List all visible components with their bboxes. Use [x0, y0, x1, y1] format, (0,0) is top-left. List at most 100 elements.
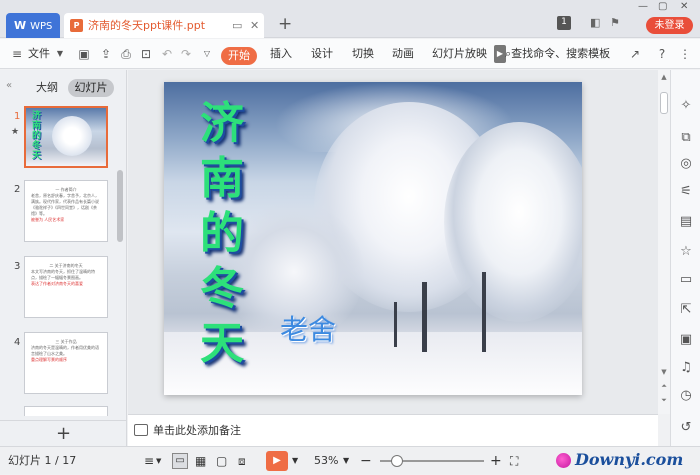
quick-access-dropdown-icon[interactable]: ▽	[200, 47, 214, 61]
slide-indicator: 幻灯片 1 / 17	[8, 454, 77, 467]
tab-slideshow[interactable]: 幻灯片放映	[432, 39, 487, 69]
redo-icon[interactable]: ↷	[179, 47, 193, 61]
skin-icon[interactable]: ◧	[590, 16, 600, 34]
presenter-view-icon[interactable]: ⧈	[238, 447, 246, 475]
canvas-scrollbar[interactable]: ▲ ▼ ⏶ ⏷	[658, 70, 670, 414]
image-icon[interactable]: ▤	[678, 214, 694, 230]
scroll-up-icon[interactable]: ▲	[658, 73, 670, 81]
prev-slide-icon[interactable]: ⏶	[658, 382, 670, 391]
notes-toggle-icon[interactable]: ≡	[144, 447, 154, 475]
share-icon[interactable]: ↗	[628, 47, 642, 61]
wps-home-tab-label: WPS	[30, 21, 53, 32]
zoom-level[interactable]: 53%	[314, 447, 338, 475]
watermark: Downyi.com	[556, 446, 683, 474]
scrollbar-thumb[interactable]	[660, 92, 668, 114]
zoom-out-icon[interactable]: −	[360, 447, 372, 475]
page-count-badge[interactable]: 1	[557, 16, 571, 30]
title-bar: W WPS P 济南的冬天ppt课件.ppt ▭ ✕ + 1 ◧ ⚑ 未登录 — …	[0, 0, 700, 38]
close-tab-icon[interactable]: ✕	[250, 13, 259, 38]
tree-trunk	[482, 272, 486, 352]
adjust-icon[interactable]: ⚟	[678, 184, 694, 200]
reading-view-icon[interactable]: ▢	[216, 447, 227, 475]
zoom-slider-knob[interactable]	[390, 455, 403, 467]
current-slide[interactable]: 济南的冬天 老舍	[164, 82, 582, 395]
slide-thumbnail[interactable]: 二 关于济南的冬天 本文写济南的冬天，抓住了温晴的特点，描绘了一幅幅冬景图画。 …	[24, 256, 108, 318]
export-icon[interactable]: ⇪	[99, 47, 113, 61]
tree-trunk	[394, 302, 397, 347]
command-search[interactable]: ⌕查找命令、搜索模板	[505, 39, 610, 69]
file-menu[interactable]: 文件	[28, 39, 50, 69]
minimize-icon[interactable]: —	[638, 1, 648, 12]
slide-canvas: 济南的冬天 老舍	[128, 70, 658, 414]
help-icon[interactable]: ?	[655, 47, 669, 61]
clock-icon[interactable]: ◷	[678, 388, 694, 404]
zoom-in-icon[interactable]: +	[490, 447, 502, 475]
history-icon[interactable]: ↺	[678, 420, 694, 436]
notes-area[interactable]: 单击此处添加备注	[128, 414, 658, 446]
maximize-icon[interactable]: ▢	[658, 1, 667, 12]
tab-insert[interactable]: 插入	[270, 39, 292, 69]
share-out-icon[interactable]: ⇱	[678, 302, 694, 318]
box-icon[interactable]: ▭	[678, 272, 694, 288]
wps-logo-icon: W	[14, 19, 27, 32]
slide-title[interactable]: 济南的冬天	[194, 96, 250, 371]
magic-icon[interactable]: ✧	[678, 98, 694, 114]
notes-placeholder: 单击此处添加备注	[153, 424, 241, 437]
collapse-panel-icon[interactable]: «	[6, 80, 12, 91]
close-window-icon[interactable]: ✕	[680, 1, 688, 12]
slide-thumbnail[interactable]: 济南的冬天	[24, 106, 108, 168]
thumb-tree	[52, 116, 92, 156]
snow-tree	[444, 122, 582, 322]
tab-animation[interactable]: 动画	[392, 39, 414, 69]
login-button[interactable]: 未登录	[646, 17, 693, 34]
add-slide-button[interactable]: +	[0, 420, 127, 446]
chevron-down-icon[interactable]: ▼	[156, 447, 161, 475]
play-slideshow-button[interactable]: ▶	[266, 451, 288, 471]
copy-icon[interactable]: ⧉	[678, 130, 694, 146]
chevron-down-icon[interactable]: ▼	[53, 47, 67, 61]
next-slide-icon[interactable]: ⏷	[658, 396, 670, 405]
document-tab[interactable]: P 济南的冬天ppt课件.ppt ▭ ✕	[64, 13, 264, 38]
more-options-icon[interactable]: ⋮	[678, 47, 692, 61]
print-icon[interactable]: ⎙	[119, 47, 133, 61]
play-options-icon[interactable]: ▼	[292, 447, 298, 475]
panel-scrollbar[interactable]	[117, 170, 123, 242]
shape-icon[interactable]: ◎	[678, 156, 694, 172]
tab-design[interactable]: 设计	[311, 39, 333, 69]
shirt-icon[interactable]: ⚑	[610, 16, 620, 34]
tab-transition[interactable]: 切换	[352, 39, 374, 69]
slide-sorter-icon[interactable]: ▦	[195, 447, 206, 475]
tab-slides[interactable]: 幻灯片	[68, 79, 114, 97]
ribbon-toolbar: ≡ 文件 ▼ ▣ ⇪ ⎙ ⊡ ↶ ↷ ▽ 开始 插入 设计 切换 动画 幻灯片放…	[0, 39, 700, 69]
watermark-text: Downyi.com	[575, 450, 684, 469]
preview-icon[interactable]: ⊡	[139, 47, 153, 61]
slide-number: 4	[14, 337, 21, 348]
undo-icon[interactable]: ↶	[160, 47, 174, 61]
slide-panel: « 大纲 幻灯片 1 ★ 济南的冬天 2 一 作者简介 老舍，原名舒庆春，字舍予…	[0, 70, 127, 446]
new-tab-button[interactable]: +	[278, 14, 292, 34]
zoom-dropdown-icon[interactable]: ▼	[343, 447, 349, 475]
slide-thumbnail[interactable]: 三 关于作品 济南的冬天是温晴的，作者用优美的语言描绘了山水之美。 重点理解写景…	[24, 332, 108, 394]
command-search-label: 查找命令、搜索模板	[511, 47, 611, 60]
slide-thumbnail[interactable]: 一 作者简介 老舍，原名舒庆春，字舍予，北京人，满族。现代作家，代表作品有长篇小…	[24, 180, 108, 242]
thumb-title: 济南的冬天	[32, 111, 42, 161]
fit-window-icon[interactable]: ⛶	[510, 447, 518, 475]
speaker-icon[interactable]: ♫	[678, 360, 694, 376]
normal-view-icon[interactable]: ▭	[172, 453, 188, 469]
menu-icon[interactable]: ≡	[10, 47, 24, 61]
star-outline-icon[interactable]: ☆	[678, 244, 694, 260]
slide-author[interactable]: 老舍	[280, 308, 336, 348]
ppt-file-icon: P	[70, 19, 83, 32]
tree-trunk	[422, 282, 427, 352]
scroll-down-icon[interactable]: ▼	[658, 368, 670, 376]
tab-start[interactable]: 开始	[221, 47, 257, 65]
tab-outline[interactable]: 大纲	[30, 79, 64, 97]
picture-icon[interactable]: ▣	[678, 332, 694, 348]
screen-icon[interactable]: ▭	[232, 13, 242, 38]
slide-number: 1	[14, 111, 21, 122]
save-icon[interactable]: ▣	[77, 47, 91, 61]
panel-tabs: « 大纲 幻灯片	[0, 79, 127, 99]
wps-home-tab[interactable]: W WPS	[6, 13, 60, 38]
slide-thumbnail-partial[interactable]	[24, 406, 108, 416]
thumb-text: 二 关于济南的冬天 本文写济南的冬天，抓住了温晴的特点，描绘了一幅幅冬景图画。 …	[31, 263, 95, 286]
